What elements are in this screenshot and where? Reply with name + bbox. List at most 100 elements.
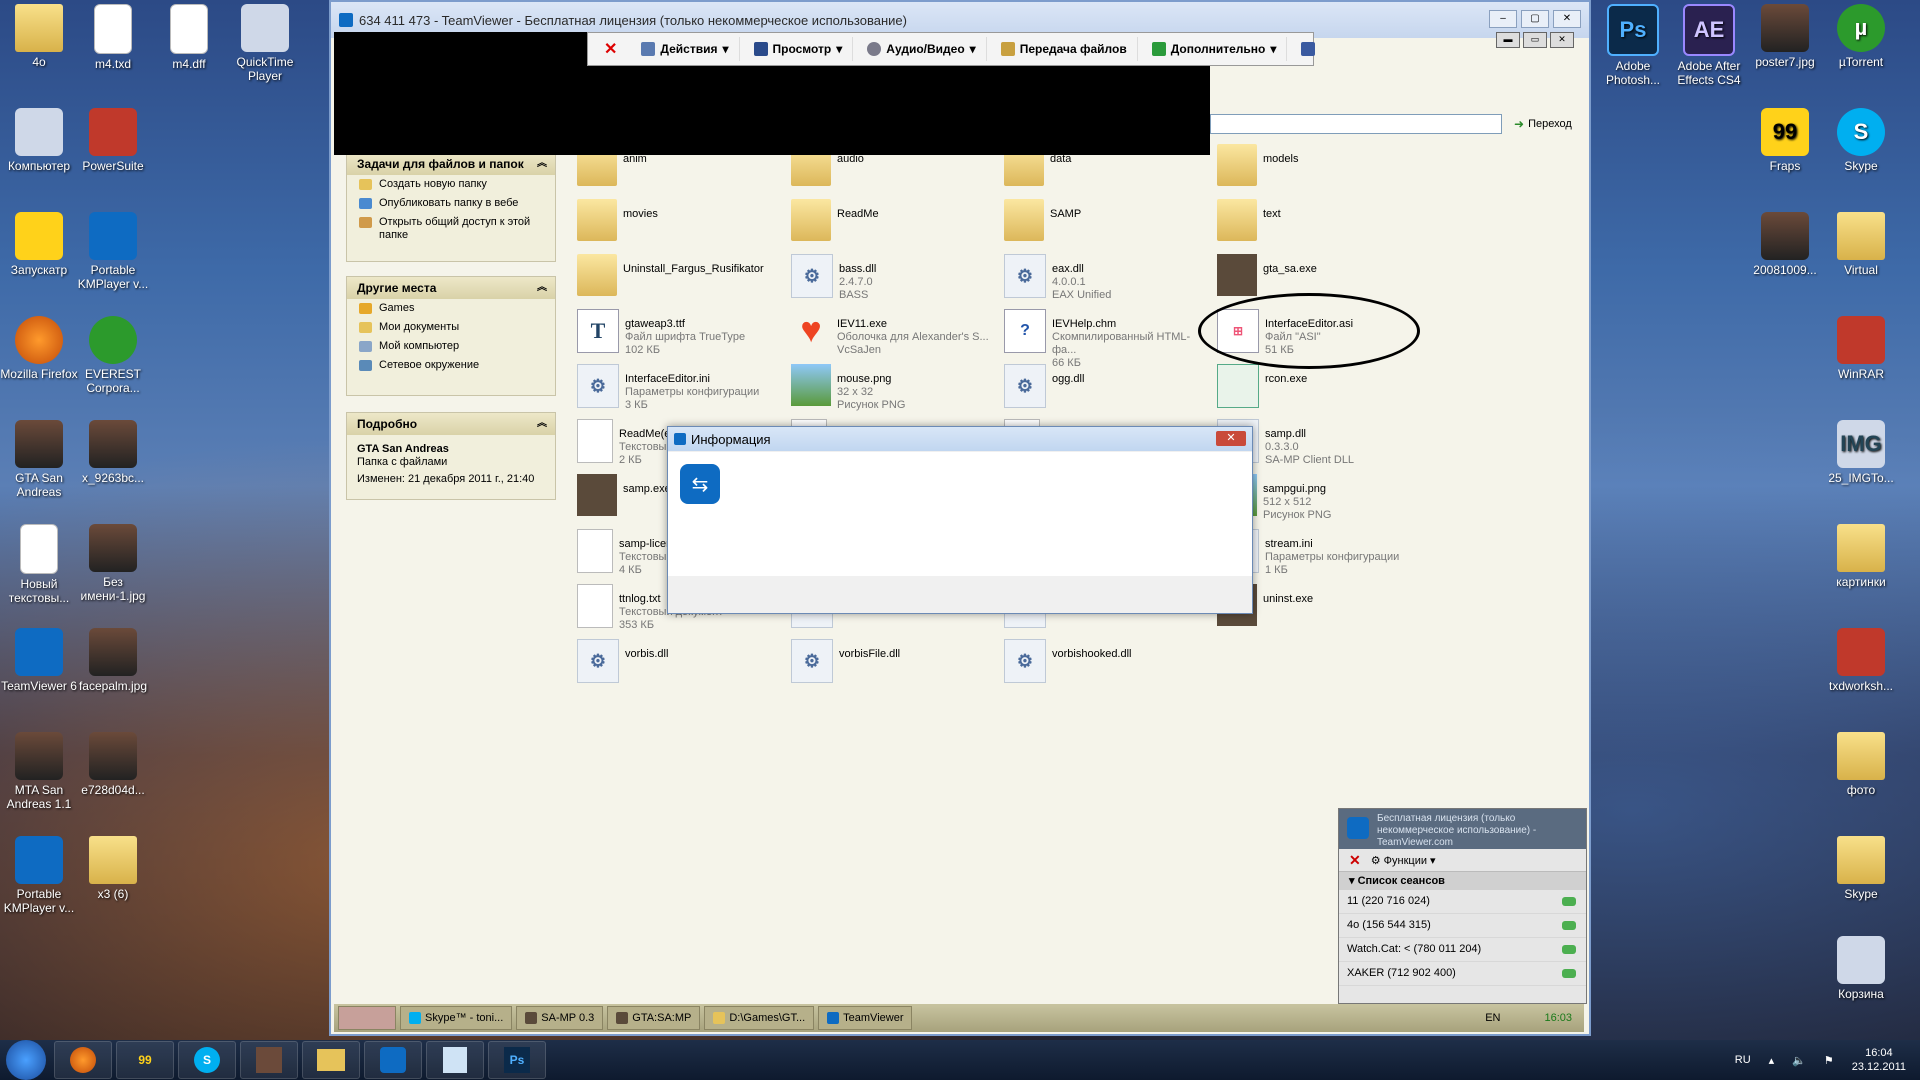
remote-task-samp[interactable]: SA-MP 0.3 xyxy=(516,1006,604,1030)
functions-menu[interactable]: ⚙ Функции ▾ xyxy=(1371,854,1436,867)
place-my-computer[interactable]: Мой компьютер xyxy=(347,337,555,356)
desktop-icon[interactable]: Portable KMPlayer v... xyxy=(0,836,78,915)
desktop-icon[interactable]: IMG 25_IMGTo... xyxy=(1822,420,1900,485)
remote-task-teamviewer[interactable]: TeamViewer xyxy=(818,1006,913,1030)
close-icon[interactable]: ✕ xyxy=(1349,852,1361,869)
taskbar-firefox[interactable] xyxy=(54,1041,112,1079)
session-status-icon[interactable] xyxy=(1562,969,1576,978)
show-hidden-icons[interactable]: ▴ xyxy=(1769,1054,1775,1067)
place-my-documents[interactable]: Мои документы xyxy=(347,318,555,337)
desktop-icon[interactable]: Portable KMPlayer v... xyxy=(74,212,152,291)
file-item[interactable]: ⚙ ogg.dll xyxy=(1004,364,1214,414)
file-item[interactable]: ⚙ bass.dll 2.4.7.0 BASS xyxy=(791,254,1001,304)
desktop-icon[interactable]: Skype xyxy=(1822,836,1900,901)
taskbar-gta[interactable] xyxy=(240,1041,298,1079)
session-row[interactable]: Watch.Cat: < (780 011 204) xyxy=(1339,938,1586,962)
remote-task-explorer[interactable]: D:\Games\GT... xyxy=(704,1006,815,1030)
session-row[interactable]: 11 (220 716 024) xyxy=(1339,890,1586,914)
dialog-close-button[interactable]: ✕ xyxy=(1216,431,1246,446)
volume-icon[interactable]: 🔈 xyxy=(1792,1054,1806,1067)
file-item[interactable]: Uninstall_Fargus_Rusifikator xyxy=(577,254,787,304)
details-panel-header[interactable]: Подробно ︽ xyxy=(347,413,555,435)
file-item[interactable]: movies xyxy=(577,199,787,249)
session-status-icon[interactable] xyxy=(1562,897,1576,906)
publish-folder-link[interactable]: Опубликовать папку в вебе xyxy=(347,194,555,213)
session-status-icon[interactable] xyxy=(1562,945,1576,954)
desktop-icon[interactable]: x_9263bc... xyxy=(74,420,152,485)
session-row[interactable]: 4o (156 544 315) xyxy=(1339,914,1586,938)
flag-icon[interactable]: ⚑ xyxy=(1824,1054,1834,1067)
desktop-icon[interactable]: poster7.jpg xyxy=(1746,4,1824,69)
remote-language-indicator[interactable]: EN xyxy=(1485,1012,1500,1024)
maximize-button[interactable]: ▢ xyxy=(1521,10,1549,28)
share-folder-link[interactable]: Открыть общий доступ к этой папке xyxy=(347,213,555,245)
taskbar-explorer[interactable] xyxy=(302,1041,360,1079)
desktop-icon[interactable]: 4o xyxy=(0,4,78,69)
file-item[interactable]: models xyxy=(1217,144,1427,194)
taskbar-photoshop[interactable]: Ps xyxy=(488,1041,546,1079)
desktop-icon[interactable]: facepalm.jpg xyxy=(74,628,152,693)
audio-video-menu[interactable]: Аудио/Видео ▾ xyxy=(857,37,987,61)
tasks-panel-header[interactable]: Задачи для файлов и папок ︽ xyxy=(347,153,555,175)
taskbar-skype[interactable]: S xyxy=(178,1041,236,1079)
desktop-icon[interactable]: Virtual xyxy=(1822,212,1900,277)
collapse-icon[interactable]: ︽ xyxy=(537,277,547,299)
taskbar-teamviewer[interactable] xyxy=(364,1041,422,1079)
desktop-icon[interactable]: WinRAR xyxy=(1822,316,1900,381)
desktop-icon[interactable]: AE Adobe After Effects CS4 xyxy=(1670,4,1748,87)
language-indicator[interactable]: RU xyxy=(1735,1054,1751,1066)
places-panel-header[interactable]: Другие места ︽ xyxy=(347,277,555,299)
file-item[interactable]: Tgtaweap3.ttf Файл шрифта TrueType 102 КБ xyxy=(577,309,787,359)
desktop-icon[interactable]: GTA San Andreas xyxy=(0,420,78,499)
desktop-icon[interactable]: EVEREST Corpora... xyxy=(74,316,152,395)
remote-start-button[interactable] xyxy=(338,1006,396,1030)
desktop-icon[interactable]: Новый текстовы... xyxy=(0,524,78,605)
desktop-icon[interactable]: e728d04d... xyxy=(74,732,152,797)
file-item[interactable]: ? IEVHelp.chm Скомпилированный HTML-фа... 6… xyxy=(1004,309,1214,369)
taskbar-fraps[interactable]: 99 xyxy=(116,1041,174,1079)
go-button[interactable]: Переход xyxy=(1528,118,1572,130)
desktop-icon[interactable]: Корзина xyxy=(1822,936,1900,1001)
desktop-icon[interactable]: 20081009... xyxy=(1746,212,1824,277)
place-network[interactable]: Сетевое окружение xyxy=(347,356,555,375)
desktop-icon[interactable]: x3 (6) xyxy=(74,836,152,901)
desktop-icon[interactable]: PowerSuite xyxy=(74,108,152,173)
place-games[interactable]: Games xyxy=(347,299,555,318)
remote-task-gta[interactable]: GTA:SA:MP xyxy=(607,1006,701,1030)
file-item[interactable]: ⚙ vorbis.dll xyxy=(577,639,787,689)
file-item[interactable]: ⚙ vorbishooked.dll xyxy=(1004,639,1214,689)
desktop-icon[interactable]: m4.dff xyxy=(150,4,228,71)
desktop-icon[interactable]: m4.txd xyxy=(74,4,152,71)
file-item[interactable]: ⚙ InterfaceEditor.ini Параметры конфигурац… xyxy=(577,364,787,414)
desktop-icon[interactable]: Ps Adobe Photosh... xyxy=(1594,4,1672,87)
session-status-icon[interactable] xyxy=(1562,921,1576,930)
actions-menu[interactable]: Действия ▾ xyxy=(631,37,740,61)
desktop-icon[interactable]: картинки xyxy=(1822,524,1900,589)
desktop-icon[interactable]: 99 Fraps xyxy=(1746,108,1824,173)
extra-menu[interactable]: Дополнительно ▾ xyxy=(1142,37,1288,61)
file-item[interactable]: mouse.png 32 x 32 Рисунок PNG xyxy=(791,364,1001,414)
file-item[interactable]: ReadMe xyxy=(791,199,1001,249)
desktop-icon[interactable]: фото xyxy=(1822,732,1900,797)
file-item[interactable]: SAMP xyxy=(1004,199,1214,249)
desktop-icon[interactable]: Запускатр xyxy=(0,212,78,277)
desktop-icon[interactable]: Компьютер xyxy=(0,108,78,173)
minimize-button[interactable]: ‒ xyxy=(1489,10,1517,28)
file-item[interactable]: rcon.exe xyxy=(1217,364,1427,414)
view-menu[interactable]: Просмотр ▾ xyxy=(744,37,854,61)
clock[interactable]: 16:04 23.12.2011 xyxy=(1852,1046,1906,1074)
explorer-maximize-button[interactable]: ▭ xyxy=(1523,32,1547,48)
file-item[interactable]: ♥ IEV11.exe Оболочка для Alexander's S... V… xyxy=(791,309,1001,359)
desktop-icon[interactable]: S Skype xyxy=(1822,108,1900,173)
collapse-icon[interactable]: ︽ xyxy=(537,153,547,175)
desktop-icon[interactable]: txdworksh... xyxy=(1822,628,1900,693)
remote-task-skype[interactable]: Skype™ - toni... xyxy=(400,1006,513,1030)
taskbar-notepad[interactable] xyxy=(426,1041,484,1079)
start-button[interactable] xyxy=(6,1040,46,1080)
desktop-icon[interactable]: Mozilla Firefox xyxy=(0,316,78,381)
desktop-icon[interactable]: µ µTorrent xyxy=(1822,4,1900,69)
session-list-header[interactable]: ▾ Список сеансов xyxy=(1339,872,1586,890)
explorer-close-button[interactable]: ✕ xyxy=(1550,32,1574,48)
file-transfer-button[interactable]: Передача файлов xyxy=(991,37,1138,61)
desktop-icon[interactable]: MTA San Andreas 1.1 xyxy=(0,732,78,811)
